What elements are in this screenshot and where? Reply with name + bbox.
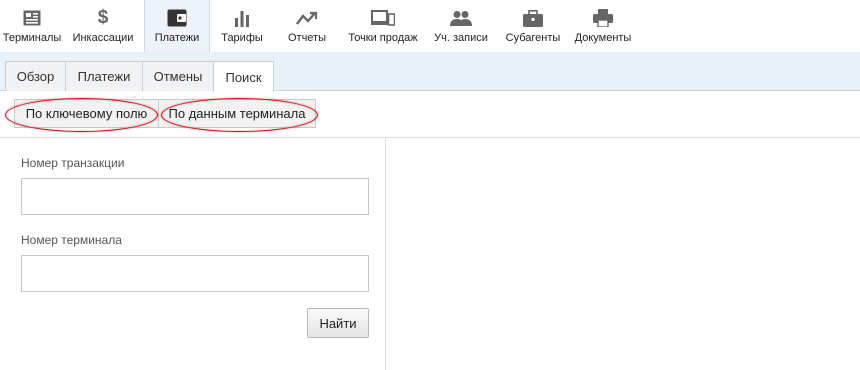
printer-icon bbox=[593, 8, 613, 28]
nav-item-reports[interactable]: Отчеты bbox=[278, 0, 336, 52]
nav-item-documents[interactable]: Документы bbox=[572, 0, 634, 52]
nav-label: Платежи bbox=[154, 32, 200, 44]
terminal-number-input[interactable] bbox=[21, 255, 369, 292]
panel-divider bbox=[385, 138, 386, 370]
button-label: По данным терминала bbox=[168, 106, 306, 121]
search-type-toolbar: По ключевому полю По данным терминала bbox=[0, 91, 860, 137]
search-by-key-field-button[interactable]: По ключевому полю bbox=[14, 99, 159, 128]
nav-label: Уч. записи bbox=[434, 32, 488, 44]
tab-label: Обзор bbox=[16, 69, 55, 84]
dollar-icon: $ bbox=[97, 7, 109, 28]
button-label: Найти bbox=[319, 315, 357, 331]
tab-label: Платежи bbox=[77, 69, 131, 84]
nav-item-subagents[interactable]: Субагенты bbox=[500, 0, 566, 52]
terminal-number-label: Номер терминала bbox=[21, 233, 122, 247]
nav-label: Субагенты bbox=[505, 32, 561, 44]
nav-item-sales-points[interactable]: Точки продаж bbox=[344, 0, 422, 52]
nav-item-terminals[interactable]: Терминалы bbox=[0, 0, 64, 52]
top-navigation: Терминалы $ Инкассации Платежи Тарифы От… bbox=[0, 0, 860, 53]
nav-item-payments[interactable]: Платежи bbox=[144, 0, 210, 53]
nav-label: Терминалы bbox=[2, 32, 62, 44]
nav-label: Отчеты bbox=[287, 32, 327, 44]
wallet-icon bbox=[167, 8, 187, 28]
nav-label: Документы bbox=[574, 32, 632, 44]
button-label: По ключевому полю bbox=[25, 106, 148, 121]
nav-label: Точки продаж bbox=[348, 32, 418, 44]
tab-overview[interactable]: Обзор bbox=[5, 61, 66, 91]
toolbar-divider bbox=[0, 137, 860, 138]
nav-label: Тарифы bbox=[221, 32, 263, 44]
users-icon bbox=[450, 8, 472, 28]
transaction-number-input[interactable] bbox=[21, 178, 369, 215]
tab-label: Поиск bbox=[225, 69, 262, 85]
search-by-terminal-data-button[interactable]: По данным терминала bbox=[158, 99, 316, 128]
trend-icon bbox=[296, 8, 318, 28]
subtab-bar: Обзор Платежи Отмены Поиск bbox=[0, 52, 860, 92]
nav-item-tariffs[interactable]: Тарифы bbox=[212, 0, 272, 52]
nav-item-accounts[interactable]: Уч. записи bbox=[430, 0, 492, 52]
nav-item-collections[interactable]: $ Инкассации bbox=[64, 0, 142, 52]
devices-icon bbox=[371, 8, 395, 28]
tab-search[interactable]: Поиск bbox=[213, 61, 274, 92]
tab-cancellations[interactable]: Отмены bbox=[142, 61, 214, 91]
transaction-number-label: Номер транзакции bbox=[21, 156, 125, 170]
tab-payments[interactable]: Платежи bbox=[65, 61, 143, 91]
nav-label: Инкассации bbox=[72, 32, 134, 44]
tab-label: Отмены bbox=[153, 69, 203, 84]
terminal-icon bbox=[23, 8, 41, 28]
find-button[interactable]: Найти bbox=[307, 308, 369, 338]
bar-chart-icon bbox=[233, 8, 251, 28]
briefcase-icon bbox=[523, 8, 543, 28]
